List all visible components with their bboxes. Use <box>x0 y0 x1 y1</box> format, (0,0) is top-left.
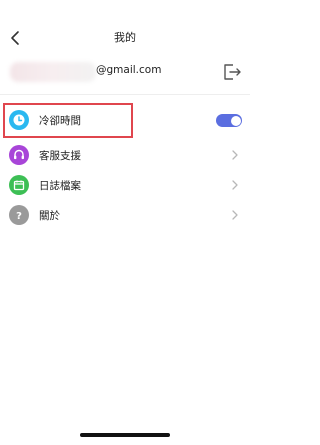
redacted-username <box>10 62 96 82</box>
highlight-box <box>3 103 133 138</box>
page-title: 我的 <box>114 31 136 44</box>
chevron-right-icon <box>232 180 238 190</box>
account-row: @gmail.com <box>0 54 250 92</box>
settings-item-about[interactable]: ? 關於 <box>0 200 250 230</box>
logout-icon[interactable] <box>221 62 243 82</box>
settings-item-label: 客服支援 <box>39 150 81 162</box>
settings-item-label: 關於 <box>39 210 60 222</box>
home-indicator <box>80 433 170 437</box>
settings-item-label: 日誌檔案 <box>39 180 81 192</box>
question-icon: ? <box>9 205 29 225</box>
settings-item-logs[interactable]: 日誌檔案 <box>0 170 250 200</box>
toggle-knob <box>230 115 241 126</box>
cooldown-toggle[interactable] <box>216 114 242 127</box>
account-email: @gmail.com <box>96 64 162 76</box>
settings-item-support[interactable]: 客服支援 <box>0 140 250 170</box>
svg-text:?: ? <box>16 211 22 222</box>
calendar-icon <box>9 175 29 195</box>
section-divider <box>0 94 250 95</box>
chevron-right-icon <box>232 150 238 160</box>
chevron-right-icon <box>232 210 238 220</box>
headset-icon <box>9 145 29 165</box>
nav-header: 我的 <box>0 24 250 52</box>
